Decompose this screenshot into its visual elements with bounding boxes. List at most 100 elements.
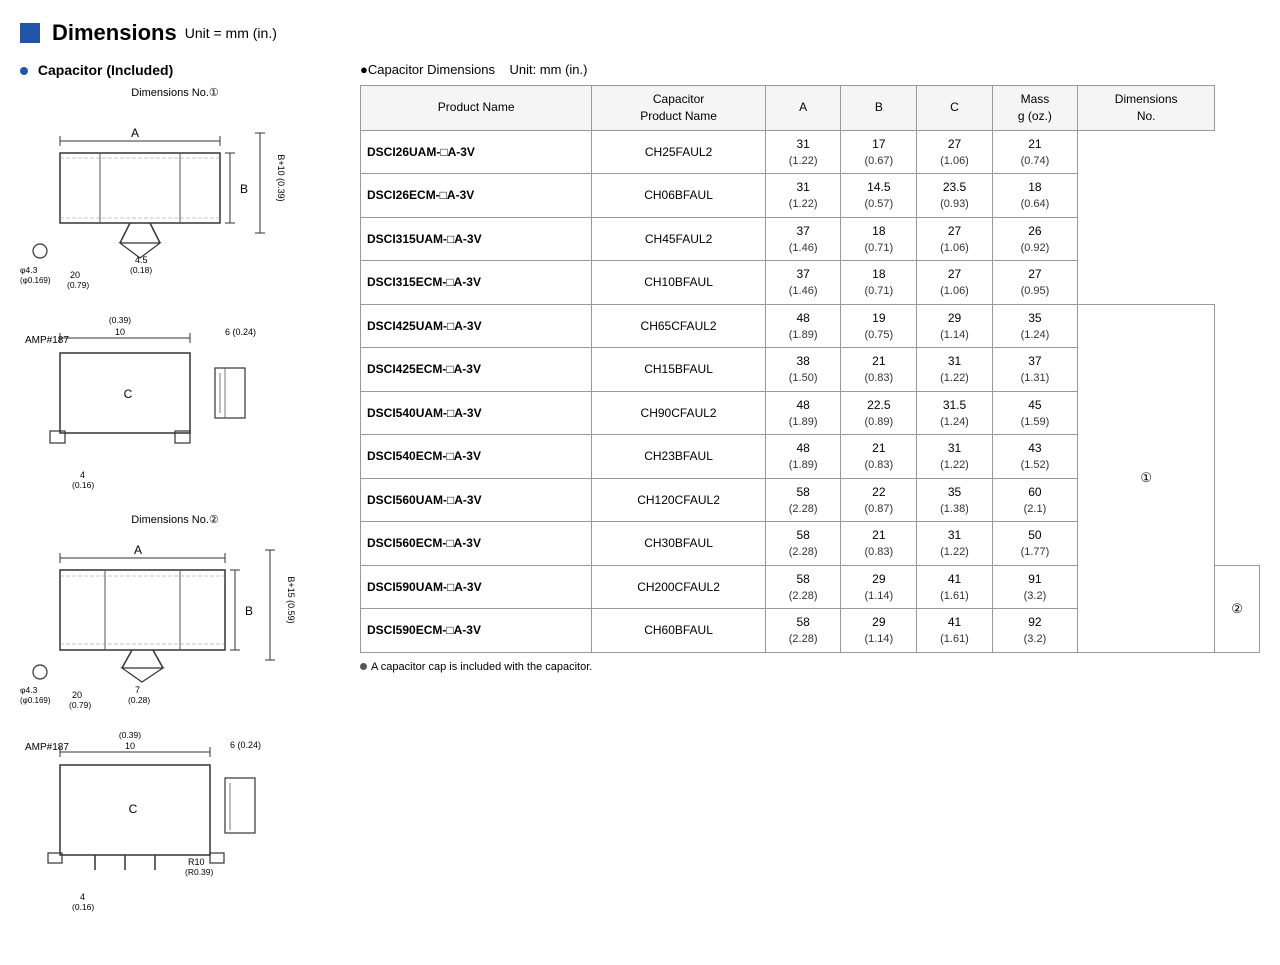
col-mass: Massg (oz.) bbox=[992, 86, 1077, 131]
c-cell: 31(1.22) bbox=[917, 522, 993, 566]
product-name-cell: DSCI540UAM-□A-3V bbox=[361, 391, 592, 435]
a-cell: 31(1.22) bbox=[765, 174, 841, 218]
svg-text:R10: R10 bbox=[188, 857, 205, 867]
c-cell: 29(1.14) bbox=[917, 304, 993, 348]
product-name-cell: DSCI590ECM-□A-3V bbox=[361, 609, 592, 653]
cap-product-cell: CH23BFAUL bbox=[592, 435, 766, 479]
table-row: DSCI26UAM-□A-3VCH25FAUL231(1.22)17(0.67)… bbox=[361, 130, 1260, 174]
mass-cell: 35(1.24) bbox=[992, 304, 1077, 348]
dim-no-cell: ① bbox=[1078, 304, 1215, 652]
diagram-2b-svg: AMP#187 R10 (R0.39) bbox=[20, 730, 310, 925]
table-row: DSCI425UAM-□A-3VCH65CFAUL248(1.89)19(0.7… bbox=[361, 304, 1260, 348]
svg-text:20: 20 bbox=[70, 270, 80, 280]
svg-text:(0.39): (0.39) bbox=[119, 730, 141, 740]
diagram-1-container: Dimensions No.① A bbox=[20, 86, 330, 493]
table-row: DSCI315ECM-□A-3VCH10BFAUL37(1.46)18(0.71… bbox=[361, 261, 1260, 305]
cap-product-cell: CH65CFAUL2 bbox=[592, 304, 766, 348]
table-title: ●Capacitor Dimensions bbox=[360, 62, 495, 77]
cap-product-cell: CH120CFAUL2 bbox=[592, 478, 766, 522]
page-title: Dimensions Unit = mm (in.) bbox=[20, 20, 277, 46]
b-cell: 21(0.83) bbox=[841, 348, 917, 392]
c-cell: 31.5(1.24) bbox=[917, 391, 993, 435]
svg-text:A: A bbox=[134, 543, 142, 557]
b-cell: 19(0.75) bbox=[841, 304, 917, 348]
dimensions-table: Product Name CapacitorProduct Name A B C… bbox=[360, 85, 1260, 653]
cap-product-cell: CH45FAUL2 bbox=[592, 217, 766, 261]
col-c: C bbox=[917, 86, 993, 131]
svg-text:(φ0.169): (φ0.169) bbox=[20, 696, 51, 705]
svg-text:φ4.3: φ4.3 bbox=[20, 265, 38, 275]
svg-text:(0.79): (0.79) bbox=[67, 280, 89, 290]
a-cell: 58(2.28) bbox=[765, 565, 841, 609]
a-cell: 48(1.89) bbox=[765, 304, 841, 348]
cap-product-cell: CH10BFAUL bbox=[592, 261, 766, 305]
diagram-1-svg: A B B+10 (0.39) φ4.3 (φ0.169) 20 (0.79) bbox=[20, 103, 310, 303]
svg-text:B: B bbox=[245, 604, 253, 618]
c-cell: 27(1.06) bbox=[917, 130, 993, 174]
footnote-bullet bbox=[360, 663, 367, 670]
mass-cell: 27(0.95) bbox=[992, 261, 1077, 305]
table-unit: Unit: mm (in.) bbox=[509, 62, 587, 77]
cap-product-cell: CH90CFAUL2 bbox=[592, 391, 766, 435]
svg-text:AMP#187: AMP#187 bbox=[25, 742, 69, 753]
col-a: A bbox=[765, 86, 841, 131]
svg-text:6 (0.24): 6 (0.24) bbox=[230, 740, 261, 750]
svg-text:4: 4 bbox=[80, 892, 85, 902]
mass-cell: 91(3.2) bbox=[992, 565, 1077, 609]
svg-text:(0.79): (0.79) bbox=[69, 700, 91, 710]
cap-product-cell: CH06BFAUL bbox=[592, 174, 766, 218]
mass-cell: 92(3.2) bbox=[992, 609, 1077, 653]
footnote: A capacitor cap is included with the cap… bbox=[360, 661, 1260, 673]
svg-text:AMP#187: AMP#187 bbox=[25, 335, 69, 346]
a-cell: 37(1.46) bbox=[765, 217, 841, 261]
table-row: DSCI315UAM-□A-3VCH45FAUL237(1.46)18(0.71… bbox=[361, 217, 1260, 261]
mass-cell: 37(1.31) bbox=[992, 348, 1077, 392]
svg-text:B: B bbox=[240, 182, 248, 196]
col-product-name: Product Name bbox=[361, 86, 592, 131]
b-cell: 21(0.83) bbox=[841, 435, 917, 479]
mass-cell: 50(1.77) bbox=[992, 522, 1077, 566]
product-name-cell: DSCI590UAM-□A-3V bbox=[361, 565, 592, 609]
a-cell: 31(1.22) bbox=[765, 130, 841, 174]
cap-product-cell: CH200CFAUL2 bbox=[592, 565, 766, 609]
mass-cell: 21(0.74) bbox=[992, 130, 1077, 174]
svg-text:6 (0.24): 6 (0.24) bbox=[225, 327, 256, 337]
svg-text:φ4.3: φ4.3 bbox=[20, 685, 38, 695]
svg-text:A: A bbox=[131, 126, 139, 140]
c-cell: 27(1.06) bbox=[917, 261, 993, 305]
svg-text:B+15 (0.59): B+15 (0.59) bbox=[286, 576, 296, 623]
product-name-cell: DSCI425UAM-□A-3V bbox=[361, 304, 592, 348]
a-cell: 37(1.46) bbox=[765, 261, 841, 305]
c-cell: 31(1.22) bbox=[917, 348, 993, 392]
mass-cell: 45(1.59) bbox=[992, 391, 1077, 435]
c-cell: 31(1.22) bbox=[917, 435, 993, 479]
b-cell: 29(1.14) bbox=[841, 565, 917, 609]
dim-no-cell: ② bbox=[1215, 565, 1260, 652]
svg-text:(0.18): (0.18) bbox=[130, 265, 152, 275]
svg-text:(R0.39): (R0.39) bbox=[185, 867, 214, 877]
svg-text:4.5: 4.5 bbox=[135, 255, 148, 265]
a-cell: 58(2.28) bbox=[765, 478, 841, 522]
product-name-cell: DSCI560UAM-□A-3V bbox=[361, 478, 592, 522]
diagram-2-container: Dimensions No.② A bbox=[20, 513, 330, 925]
svg-text:10: 10 bbox=[115, 327, 125, 337]
b-cell: 29(1.14) bbox=[841, 609, 917, 653]
a-cell: 38(1.50) bbox=[765, 348, 841, 392]
c-cell: 35(1.38) bbox=[917, 478, 993, 522]
cap-product-cell: CH30BFAUL bbox=[592, 522, 766, 566]
product-name-cell: DSCI425ECM-□A-3V bbox=[361, 348, 592, 392]
cap-product-cell: CH15BFAUL bbox=[592, 348, 766, 392]
mass-cell: 43(1.52) bbox=[992, 435, 1077, 479]
svg-text:C: C bbox=[124, 387, 133, 401]
mass-cell: 60(2.1) bbox=[992, 478, 1077, 522]
product-name-cell: DSCI315UAM-□A-3V bbox=[361, 217, 592, 261]
diagram-2-svg: A B B+15 (0.59) φ4.3 (φ0.169) 20 (0.79) bbox=[20, 530, 310, 725]
a-cell: 48(1.89) bbox=[765, 391, 841, 435]
b-cell: 21(0.83) bbox=[841, 522, 917, 566]
c-cell: 27(1.06) bbox=[917, 217, 993, 261]
c-cell: 41(1.61) bbox=[917, 609, 993, 653]
mass-cell: 26(0.92) bbox=[992, 217, 1077, 261]
svg-text:(0.16): (0.16) bbox=[72, 480, 94, 490]
b-cell: 22.5(0.89) bbox=[841, 391, 917, 435]
b-cell: 18(0.71) bbox=[841, 217, 917, 261]
